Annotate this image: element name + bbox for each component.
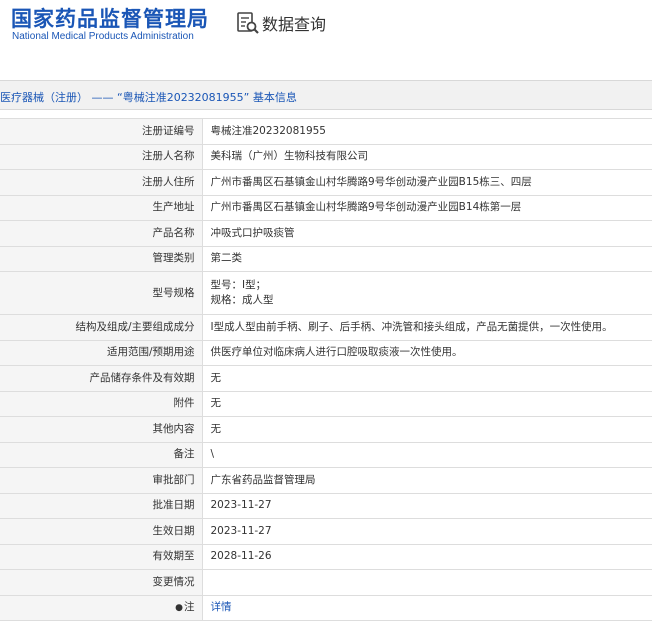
field-label: 产品名称 — [0, 220, 203, 247]
table-row: 生产地址 广州市番禺区石基镇金山村华腾路9号华创动漫产业园B14栋第一层 — [0, 194, 652, 221]
field-value: 粤械注准20232081955 — [201, 118, 652, 145]
site-logo-chinese[interactable]: 国家药品监督管理局 — [11, 3, 209, 33]
field-value: 型号：Ⅰ型； 规格：成人型 — [201, 271, 652, 315]
registration-info-table: 注册证编号 粤械注准20232081955 注册人名称 美科瑞（广州）生物科技有… — [0, 118, 652, 621]
field-value: 2023-11-27 — [201, 518, 652, 545]
table-row: 结构及组成/主要组成成分 Ⅰ型成人型由前手柄、刷子、后手柄、冲洗管和接头组成，产… — [0, 314, 652, 341]
field-label: 变更情况 — [0, 569, 203, 596]
table-row: 生效日期 2023-11-27 — [0, 518, 652, 545]
record-title-bar: 医疗器械（注册） —— “粤械注准20232081955” 基本信息 — [0, 80, 652, 110]
spec-line: 规格：成人型 — [210, 294, 274, 306]
table-row: 审批部门 广东省药品监督管理局 — [0, 467, 652, 494]
table-row: 注册人名称 美科瑞（广州）生物科技有限公司 — [0, 143, 652, 170]
field-value: 无 — [201, 416, 652, 443]
field-value: 2028-11-26 — [201, 543, 652, 570]
field-value: 2023-11-27 — [201, 492, 652, 519]
field-value: 广州市番禺区石基镇金山村华腾路9号华创动漫产业园B14栋第一层 — [201, 194, 652, 221]
field-label: 附件 — [0, 390, 203, 417]
field-label: 适用范围/预期用途 — [0, 339, 203, 366]
table-row: 注册人住所 广州市番禺区石基镇金山村华腾路9号华创动漫产业园B15栋三、四层 — [0, 169, 652, 196]
table-row: 产品储存条件及有效期 无 — [0, 365, 652, 392]
table-row: 附件 无 — [0, 390, 652, 417]
field-label: 批准日期 — [0, 492, 203, 519]
field-label: 产品储存条件及有效期 — [0, 365, 203, 392]
field-value: 美科瑞（广州）生物科技有限公司 — [201, 143, 652, 170]
table-row: 有效期至 2028-11-26 — [0, 543, 652, 570]
model-line: 型号：Ⅰ型； — [210, 279, 267, 291]
table-row: 批准日期 2023-11-27 — [0, 492, 652, 519]
table-row: 型号规格 型号：Ⅰ型； 规格：成人型 — [0, 271, 652, 315]
field-value: 冲吸式口护吸痰管 — [201, 220, 652, 247]
field-label: 其他内容 — [0, 416, 203, 443]
field-label: 管理类别 — [0, 245, 203, 272]
details-link[interactable]: 详情 — [211, 601, 232, 613]
field-value: 广州市番禺区石基镇金山村华腾路9号华创动漫产业园B15栋三、四层 — [201, 169, 652, 196]
field-value: 无 — [201, 390, 652, 417]
field-label: 生效日期 — [0, 518, 203, 545]
field-label: ●注 — [0, 594, 203, 621]
field-label: 结构及组成/主要组成成分 — [0, 314, 203, 341]
field-value: 详情 — [201, 594, 652, 621]
table-row: 产品名称 冲吸式口护吸痰管 — [0, 220, 652, 247]
table-row: ●注 详情 — [0, 594, 652, 621]
field-value — [201, 569, 652, 596]
site-logo-english[interactable]: National Medical Products Administration — [12, 31, 194, 42]
note-label: 注 — [184, 600, 195, 613]
table-row: 备注 \ — [0, 441, 652, 468]
table-row: 适用范围/预期用途 供医疗单位对临床病人进行口腔吸取痰液一次性使用。 — [0, 339, 652, 366]
field-label: 注册人名称 — [0, 143, 203, 170]
table-row: 管理类别 第二类 — [0, 245, 652, 272]
field-value: 广东省药品监督管理局 — [201, 467, 652, 494]
location-pin-icon: ● — [175, 602, 183, 613]
data-query-label: 数据查询 — [262, 15, 327, 34]
field-label: 审批部门 — [0, 467, 203, 494]
field-value: 供医疗单位对临床病人进行口腔吸取痰液一次性使用。 — [201, 339, 652, 366]
site-header: 国家药品监督管理局 National Medical Products Admi… — [0, 0, 652, 80]
field-label: 生产地址 — [0, 194, 203, 221]
field-label: 注册人住所 — [0, 169, 203, 196]
field-value: \ — [201, 441, 652, 468]
field-label: 型号规格 — [0, 271, 203, 315]
field-label: 备注 — [0, 441, 203, 468]
data-query-link[interactable]: 数据查询 — [236, 10, 326, 36]
table-row: 注册证编号 粤械注准20232081955 — [0, 118, 652, 145]
field-value: 无 — [201, 365, 652, 392]
field-value: 第二类 — [201, 245, 652, 272]
record-title: 医疗器械（注册） —— “粤械注准20232081955” 基本信息 — [0, 91, 297, 104]
table-row: 其他内容 无 — [0, 416, 652, 443]
data-search-icon — [237, 12, 259, 34]
field-value: Ⅰ型成人型由前手柄、刷子、后手柄、冲洗管和接头组成，产品无菌提供，一次性使用。 — [201, 314, 652, 341]
table-row: 变更情况 — [0, 569, 652, 596]
field-label: 注册证编号 — [0, 118, 203, 145]
field-label: 有效期至 — [0, 543, 203, 570]
